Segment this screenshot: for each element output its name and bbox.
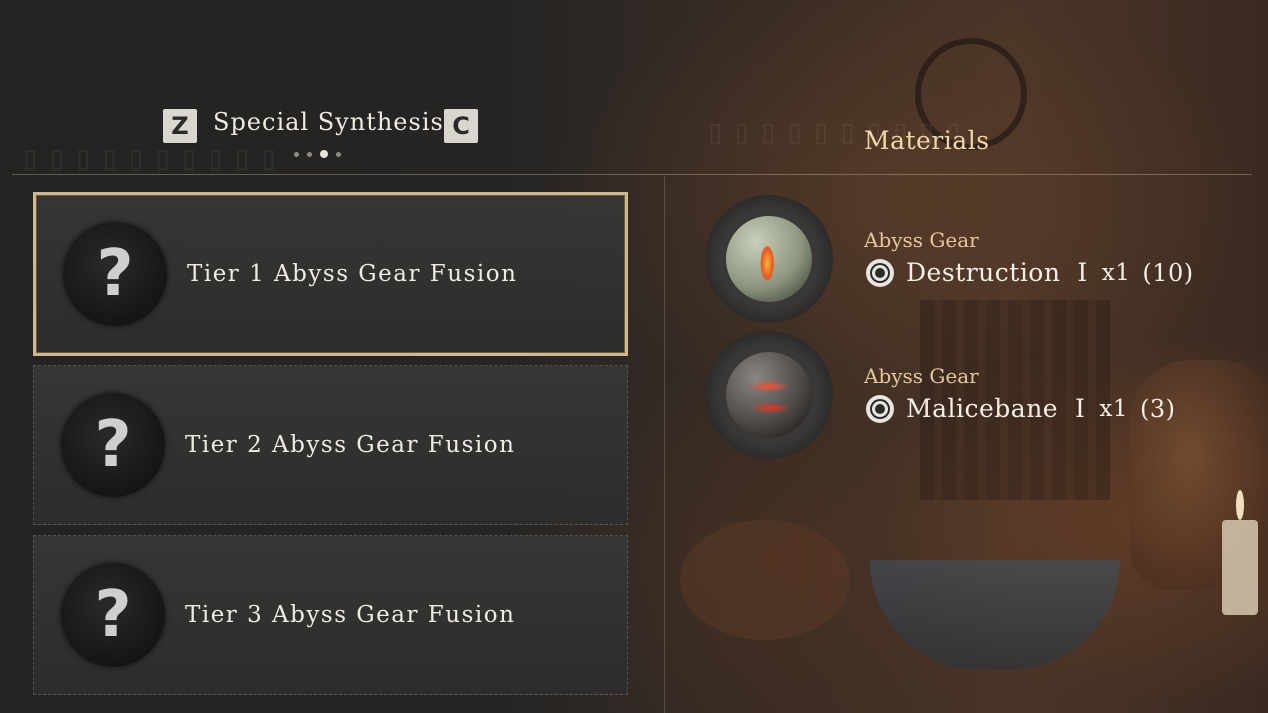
- decorative-glyph-band-left: ▯▯▯▯▯▯▯▯▯▯: [20, 138, 285, 178]
- recipe-label: Tier 2 Abyss Gear Fusion: [185, 432, 516, 458]
- question-mark-icon: ?: [61, 563, 165, 667]
- gear-icon: [866, 394, 894, 423]
- background-pot: [680, 520, 850, 640]
- material-owned-count: (3): [1139, 394, 1176, 423]
- material-name: Malicebane I: [906, 394, 1086, 423]
- recipe-label: Tier 1 Abyss Gear Fusion: [187, 261, 518, 287]
- panel-divider: [664, 176, 665, 713]
- gear-icon: [866, 258, 894, 287]
- page-title: Special Synthesis: [213, 108, 444, 136]
- material-item-malicebane: Malicebane I x1 (3): [866, 394, 1175, 423]
- background-flame: [1236, 490, 1244, 520]
- recipe-item-tier-3[interactable]: ? Tier 3 Abyss Gear Fusion: [33, 535, 628, 695]
- page-indicator: [294, 150, 341, 158]
- question-mark-icon: ?: [63, 222, 167, 326]
- page-dot: [294, 151, 299, 157]
- material-category: Abyss Gear: [864, 228, 979, 252]
- materials-title: Materials: [864, 126, 990, 155]
- material-name: Destruction I: [906, 258, 1088, 287]
- recipe-label: Tier 3 Abyss Gear Fusion: [185, 602, 516, 628]
- material-quantity: x1: [1099, 395, 1128, 422]
- material-quantity: x1: [1101, 259, 1131, 286]
- background-candle: [1222, 520, 1258, 615]
- material-item-destruction: Destruction I x1 (10): [866, 258, 1194, 287]
- next-page-key-button[interactable]: C: [444, 109, 478, 143]
- material-category: Abyss Gear: [864, 364, 979, 388]
- question-mark-icon: ?: [61, 393, 165, 497]
- page-dot: [336, 151, 341, 157]
- malicebane-orb-icon: [726, 352, 812, 438]
- recipe-item-tier-1[interactable]: ? Tier 1 Abyss Gear Fusion: [33, 192, 628, 356]
- recipe-item-tier-2[interactable]: ? Tier 2 Abyss Gear Fusion: [33, 365, 628, 525]
- material-icon-frame: [705, 195, 833, 323]
- destruction-orb-icon: [726, 216, 812, 302]
- material-owned-count: (10): [1142, 258, 1194, 287]
- header-divider: [12, 174, 1252, 175]
- material-icon-frame: [705, 331, 833, 459]
- page-dot-active: [320, 150, 328, 158]
- page-dot: [307, 151, 312, 157]
- prev-page-key-button[interactable]: Z: [163, 109, 197, 143]
